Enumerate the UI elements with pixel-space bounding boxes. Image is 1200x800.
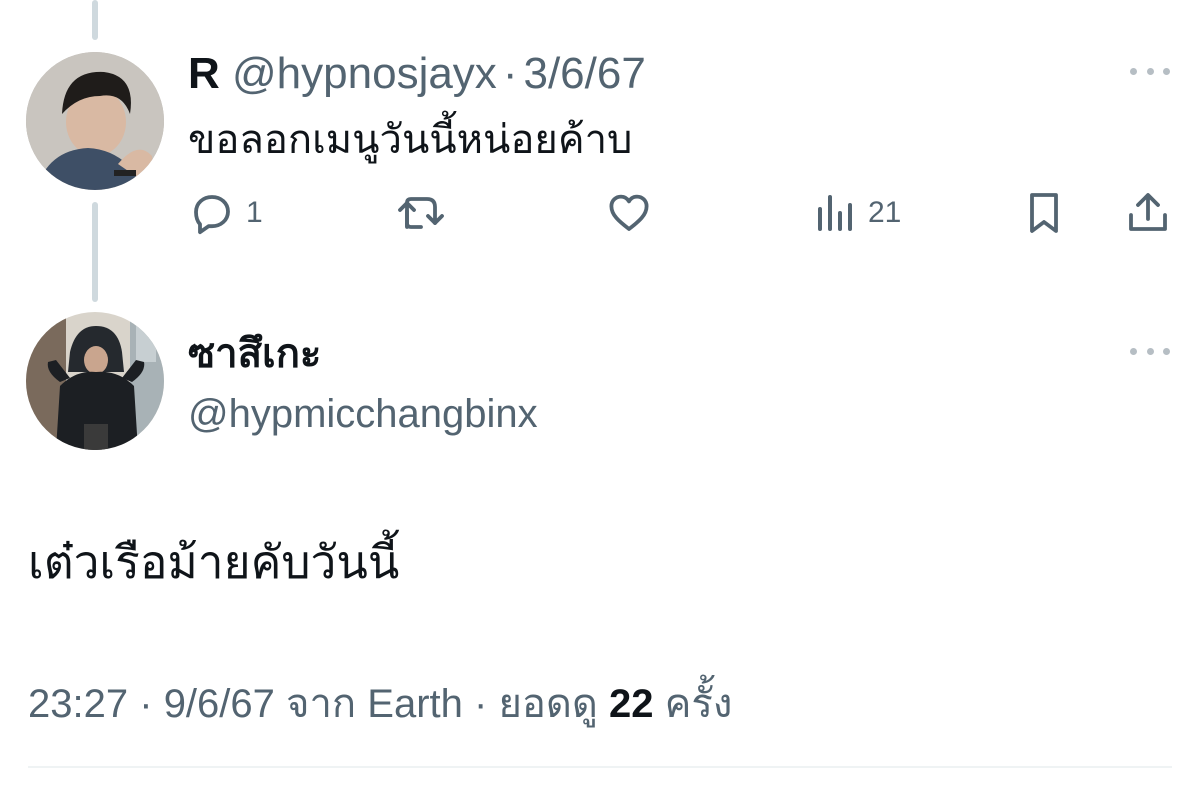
bookmark-button[interactable] [1020,188,1068,238]
share-icon [1129,193,1167,231]
display-name[interactable]: ซาสึเกะ [188,328,321,380]
post-text: เต๋วเรือม้ายคับวันนี้ [28,536,400,588]
like-button[interactable] [604,188,654,238]
post-meta: 23:27 · 9/6/67 จาก Earth · ยอดดู 22 ครั้… [28,678,732,730]
post-source: Earth [367,682,463,726]
user-handle[interactable]: @hypmicchangbinx [188,388,538,440]
reply-text: ขอลอกเมนูวันนี้หน่อยค้าบ [188,118,633,162]
share-button[interactable] [1124,188,1172,238]
more-options-button[interactable] [1130,64,1170,78]
views-suffix: ครั้ง [664,682,733,726]
separator-dot: · [474,682,488,726]
avatar[interactable] [26,52,164,190]
views-count: 21 [868,196,902,229]
thread-line-middle [92,202,98,302]
retweet-icon [398,197,444,229]
more-dot [1146,347,1154,355]
divider [28,766,1172,768]
more-dot [1130,347,1137,355]
post-date[interactable]: 3/6/67 [523,49,645,98]
retweet-button[interactable] [394,188,448,238]
reply-icon [194,195,230,235]
views-count[interactable]: 22 [609,682,654,726]
post-time[interactable]: 23:27 [28,682,128,726]
reply-count: 1 [246,196,263,229]
thread-line-top [92,0,98,40]
avatar-photo [26,52,164,190]
avatar[interactable] [26,312,164,450]
views-chart-icon [818,195,852,231]
more-dot [1163,347,1170,355]
display-name[interactable]: R [188,49,220,98]
views-button[interactable]: 21 [814,188,901,238]
separator-dot: · [139,682,153,726]
source-prefix: จาก [286,682,357,726]
reply-button[interactable]: 1 [188,188,263,238]
more-options-button[interactable] [1130,344,1170,358]
views-prefix: ยอดดู [498,682,598,726]
more-dot [1163,67,1170,75]
more-dot [1146,67,1154,75]
more-dot [1130,67,1137,75]
reply-header: R @hypnosjayx · 3/6/67 [188,48,646,100]
heart-icon [609,194,649,231]
avatar-photo [26,312,164,450]
post-date[interactable]: 9/6/67 [164,682,275,726]
bookmark-icon [1030,193,1058,233]
user-handle[interactable]: @hypnosjayx [232,49,497,98]
separator-dot: · [502,49,518,98]
